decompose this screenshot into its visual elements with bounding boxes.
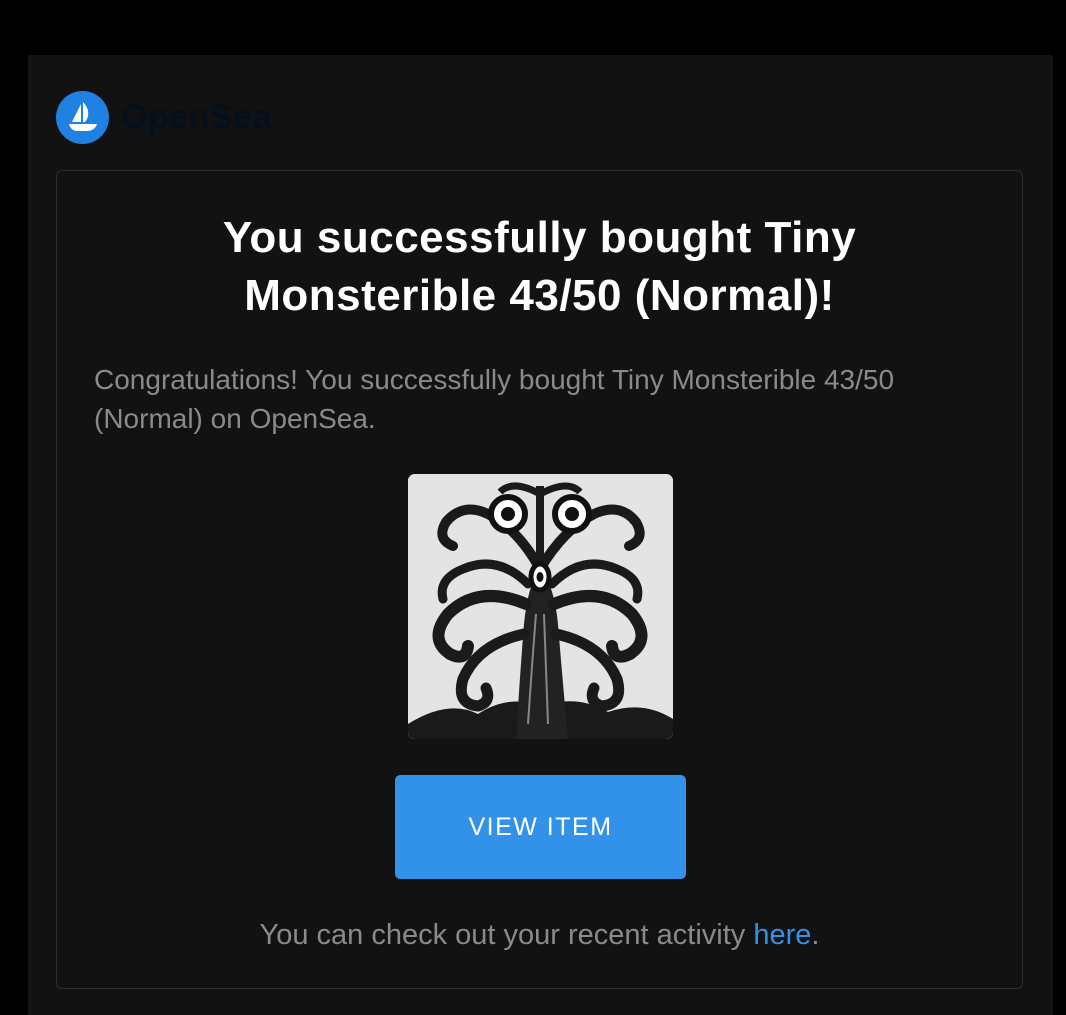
sailboat-icon bbox=[68, 102, 97, 131]
brand-header: OpenSea bbox=[56, 90, 272, 144]
recent-activity-text: You can check out your recent activity h… bbox=[57, 915, 1022, 955]
purchase-headline: You successfully bought Tiny Monsterible… bbox=[222, 213, 857, 320]
brand-name: OpenSea bbox=[121, 97, 272, 136]
congratulations-text: Congratulations! You successfully bought… bbox=[94, 364, 895, 434]
monster-illustration bbox=[408, 474, 673, 739]
email-panel: OpenSea You successfully bought Tiny Mon… bbox=[28, 55, 1053, 1015]
opensea-logo-icon bbox=[56, 90, 109, 144]
view-item-button[interactable]: VIEW ITEM bbox=[395, 775, 686, 879]
activity-prefix: You can check out your recent activity bbox=[259, 919, 754, 951]
purchase-card: You successfully bought Tiny Monsterible… bbox=[56, 170, 1023, 989]
nft-image[interactable] bbox=[408, 474, 673, 739]
recent-activity-link[interactable]: here bbox=[753, 919, 811, 951]
activity-suffix: . bbox=[811, 919, 820, 951]
